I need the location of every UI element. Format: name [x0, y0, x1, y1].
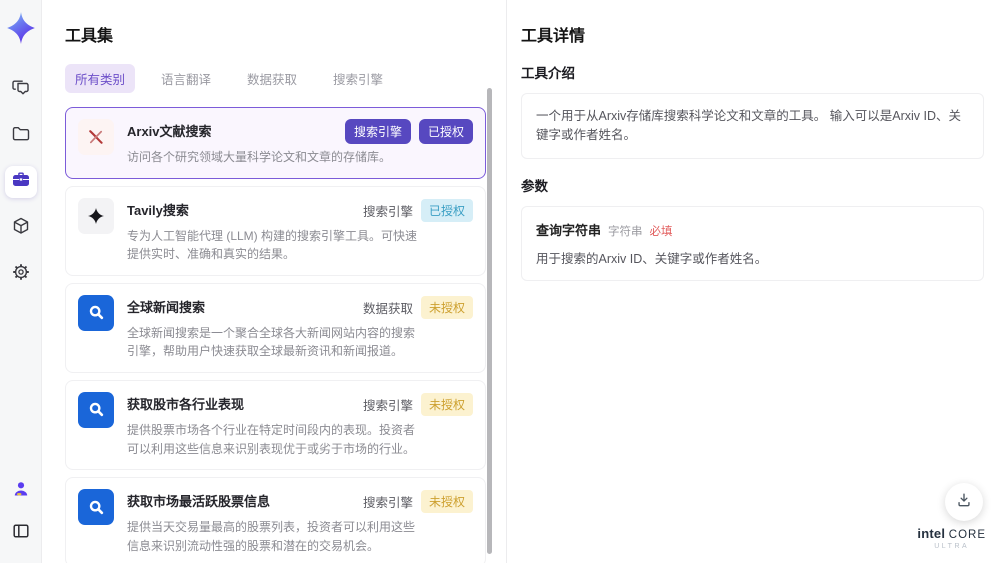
tab-language-translation[interactable]: 语言翻译	[151, 64, 221, 93]
param-description: 用于搜索的Arxiv ID、关键字或作者姓名。	[536, 251, 768, 266]
intro-heading: 工具介绍	[521, 66, 575, 81]
tool-card-most-active-stocks[interactable]: 获取市场最活跃股票信息 搜索引擎 未授权 提供当天交易量最高的股票列表，投资者可…	[65, 477, 486, 563]
param-type: 字符串	[608, 225, 643, 238]
collapse-sidebar-button[interactable]	[5, 517, 37, 549]
list-scrollbar[interactable]	[487, 88, 492, 554]
tool-name: 获取股市各行业表现	[127, 396, 245, 412]
tool-card-tavily[interactable]: Tavily搜索 搜索引擎 已授权 专为人工智能代理 (LLM) 构建的搜索引擎…	[65, 185, 486, 276]
chat-icon	[11, 78, 31, 103]
user-avatar-icon	[11, 479, 31, 504]
arxiv-logo-icon	[78, 119, 114, 155]
sparkle-star-icon	[78, 197, 114, 234]
tool-description: 全球新闻搜索是一个聚合全球各大新闻网站内容的搜索引擎，帮助用户快速获取全球最新资…	[127, 325, 416, 359]
tool-name: Arxiv文献搜索	[127, 124, 212, 139]
sidebar-item-files[interactable]	[5, 120, 37, 152]
param-required-badge: 必填	[649, 225, 673, 238]
cube-icon	[11, 216, 31, 241]
tool-list: Arxiv文献搜索 搜索引擎 已授权 访问各个研究领域大量科学论文和文章的存储库…	[65, 107, 486, 563]
tab-search-engine[interactable]: 搜索引擎	[323, 64, 393, 93]
toolbox-icon	[11, 170, 31, 195]
category-label: 搜索引擎	[362, 496, 413, 511]
sidebar-item-models[interactable]	[5, 212, 37, 244]
download-icon	[955, 491, 973, 514]
intel-core-text: CORE	[948, 528, 986, 541]
intel-brand-text: intel	[917, 525, 946, 541]
sidebar-nav	[4, 74, 37, 290]
page-title: 工具集	[65, 28, 114, 45]
sidebar-item-chat[interactable]	[5, 74, 37, 106]
tool-name: Tavily搜索	[127, 202, 189, 218]
detail-title: 工具详情	[521, 28, 586, 45]
tool-detail-panel: 工具详情 工具介绍 一个用于从Arxiv存储库搜索科学论文和文章的工具。 输入可…	[506, 0, 1000, 563]
magnifier-icon	[78, 489, 114, 526]
magnifier-icon	[78, 391, 114, 428]
sidebar-item-tools[interactable]	[4, 166, 37, 198]
tool-description: 访问各个研究领域大量科学论文和文章的存储库。	[127, 150, 392, 164]
download-button[interactable]	[945, 483, 983, 521]
tool-name: 全球新闻搜索	[127, 299, 206, 315]
tool-description: 专为人工智能代理 (LLM) 构建的搜索引擎工具。可快速提供实时、准确和真实的结…	[127, 228, 418, 262]
tool-name: 获取市场最活跃股票信息	[127, 494, 271, 510]
status-badge: 未授权	[420, 295, 473, 319]
tab-data-fetch[interactable]: 数据获取	[237, 64, 307, 93]
status-badge: 未授权	[420, 392, 473, 416]
tab-all-categories[interactable]: 所有类别	[65, 64, 136, 93]
sidebar	[0, 0, 42, 563]
status-badge: 未授权	[420, 490, 473, 514]
app-window: 工具集 所有类别 语言翻译 数据获取 搜索引擎 Arxiv文献搜索 搜索引擎 已…	[0, 0, 1000, 563]
category-label: 搜索引擎	[362, 204, 413, 219]
category-label: 搜索引擎	[362, 398, 413, 413]
sidebar-item-settings[interactable]	[5, 258, 37, 290]
params-heading: 参数	[521, 178, 548, 194]
gear-icon	[11, 262, 31, 287]
category-badge[interactable]: 搜索引擎	[344, 119, 411, 144]
sidebar-bottom	[5, 475, 37, 549]
tool-card-global-news-search[interactable]: 全球新闻搜索 数据获取 未授权 全球新闻搜索是一个聚合全球各大新闻网站内容的搜索…	[65, 282, 486, 373]
tool-description: 提供当天交易量最高的股票列表，投资者可以利用这些信息来识别流动性强的股票和潜在的…	[127, 520, 416, 553]
status-badge: 已授权	[420, 198, 473, 222]
intel-sub-text: ULTRA	[934, 543, 970, 551]
intro-text: 一个用于从Arxiv存储库搜索科学论文和文章的工具。 输入可以是Arxiv ID…	[536, 109, 962, 142]
tool-list-panel: 工具集 所有类别 语言翻译 数据获取 搜索引擎 Arxiv文献搜索 搜索引擎 已…	[42, 0, 506, 563]
param-card: 查询字符串 字符串 必填 用于搜索的Arxiv ID、关键字或作者姓名。	[521, 205, 984, 281]
intro-card: 一个用于从Arxiv存储库搜索科学论文和文章的工具。 输入可以是Arxiv ID…	[521, 93, 984, 159]
tool-card-arxiv[interactable]: Arxiv文献搜索 搜索引擎 已授权 访问各个研究领域大量科学论文和文章的存储库…	[65, 107, 486, 179]
category-label: 数据获取	[362, 301, 413, 316]
status-badge[interactable]: 已授权	[418, 119, 473, 144]
tool-description: 提供股票市场各个行业在特定时间段内的表现。投资者可以利用这些信息来识别表现优于或…	[127, 422, 416, 456]
param-name: 查询字符串	[536, 222, 602, 238]
tool-card-sector-performance[interactable]: 获取股市各行业表现 搜索引擎 未授权 提供股票市场各个行业在特定时间段内的表现。…	[65, 379, 486, 471]
magnifier-icon	[78, 294, 114, 331]
app-logo[interactable]	[6, 12, 36, 44]
panel-toggle-icon	[11, 521, 31, 546]
intel-core-logo: intel CORE ULTRA	[917, 525, 986, 551]
user-profile-button[interactable]	[5, 475, 37, 507]
category-tabs: 所有类别 语言翻译 数据获取 搜索引擎	[65, 64, 486, 93]
folder-icon	[11, 124, 31, 149]
